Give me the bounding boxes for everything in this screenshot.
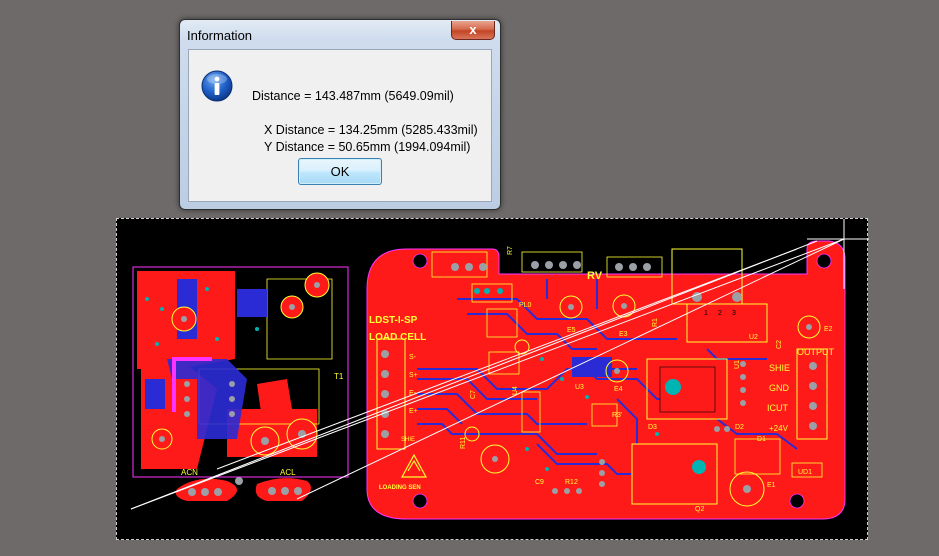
label-pin1: 1 bbox=[704, 310, 708, 317]
label-r3: R3' bbox=[612, 412, 622, 419]
label-e2: E2 bbox=[824, 326, 833, 333]
pcb-drawing: LDST-I-SP LOAD CELL RV OUTPUT SHIE GND I… bbox=[130, 219, 869, 520]
distance-text: Distance = 143.487mm (5649.09mil) bbox=[252, 89, 454, 103]
label-d1: D1 bbox=[757, 436, 766, 443]
label-sig-plus: S+ bbox=[409, 372, 418, 379]
label-u1: U1 bbox=[734, 360, 741, 369]
label-d2: D2 bbox=[735, 424, 744, 431]
y-distance-text: Y Distance = 50.65mm (1994.094mil) bbox=[264, 140, 471, 154]
label-e-plus: E+ bbox=[409, 408, 418, 415]
label-pin3: 3 bbox=[732, 310, 736, 317]
label-c2: C2 bbox=[776, 340, 783, 349]
label-u3: U3 bbox=[575, 384, 584, 391]
x-distance-text: X Distance = 134.25mm (5285.433mil) bbox=[264, 123, 478, 137]
label-r11: R11 bbox=[460, 437, 467, 449]
label-pin2: 2 bbox=[718, 310, 722, 317]
label-load-cell: LOAD CELL bbox=[369, 332, 426, 343]
label-q2: Q2 bbox=[695, 506, 704, 513]
label-u2: U2 bbox=[749, 334, 758, 341]
label-e4: E4 bbox=[614, 386, 623, 393]
close-button[interactable]: x bbox=[451, 21, 495, 40]
label-e3: E3 bbox=[619, 331, 628, 338]
label-acn: ACN bbox=[181, 468, 198, 477]
label-24v: +24V bbox=[769, 424, 789, 433]
label-sig-minus: S- bbox=[409, 354, 417, 361]
label-c7: C7 bbox=[470, 390, 477, 399]
dialog-title: Information bbox=[187, 28, 253, 43]
label-e1: E1 bbox=[767, 482, 776, 489]
label-ldst: LDST-I-SP bbox=[369, 315, 418, 326]
label-r1: R1 bbox=[652, 318, 659, 327]
label-pl0: PL0 bbox=[519, 302, 532, 309]
label-t1: T1 bbox=[334, 372, 344, 381]
label-shie: SHIE bbox=[769, 363, 790, 373]
label-acl: ACL bbox=[280, 468, 296, 477]
close-icon: x bbox=[469, 22, 477, 37]
label-r12: R12 bbox=[565, 479, 578, 486]
label-ud1: UD1 bbox=[798, 469, 812, 476]
label-c9: C9 bbox=[535, 479, 544, 486]
label-shie-side: SHIE bbox=[401, 437, 415, 443]
label-brand: LOADING SEN bbox=[379, 485, 421, 491]
label-d3: D3 bbox=[648, 424, 657, 431]
information-dialog: Information x Distance = 143.487mm (5649… bbox=[179, 19, 501, 210]
label-r7: R7 bbox=[507, 246, 514, 255]
label-icut: ICUT bbox=[767, 403, 788, 413]
ok-button[interactable]: OK bbox=[298, 158, 382, 185]
right-board bbox=[366, 240, 846, 520]
pcb-canvas[interactable]: LDST-I-SP LOAD CELL RV OUTPUT SHIE GND I… bbox=[116, 218, 869, 540]
info-icon bbox=[201, 70, 233, 102]
label-gnd: GND bbox=[769, 383, 790, 393]
label-rv: RV bbox=[587, 270, 603, 282]
label-output: OUTPUT bbox=[797, 347, 835, 357]
